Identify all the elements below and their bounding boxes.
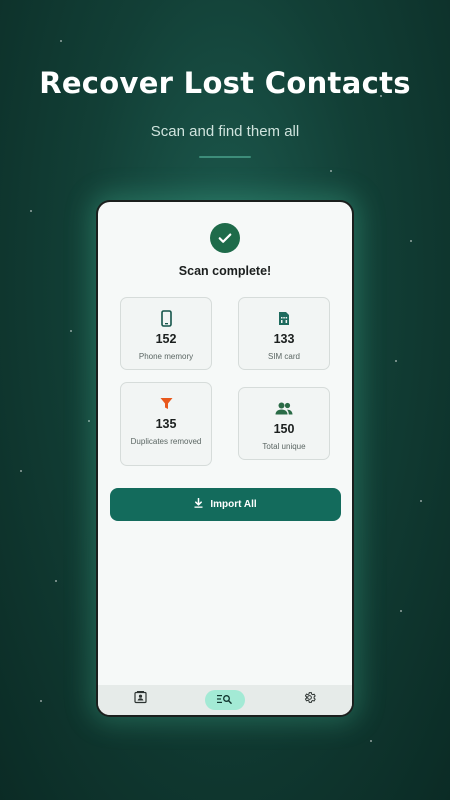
- stat-value: 150: [273, 422, 295, 436]
- stat-card-phone-memory: 152 Phone memory: [120, 297, 212, 370]
- stat-label: Phone memory: [138, 352, 194, 361]
- stat-label: SIM card: [267, 352, 300, 361]
- import-all-label: Import All: [210, 499, 257, 510]
- settings-icon: [303, 691, 316, 709]
- check-circle-icon: [210, 223, 240, 253]
- nav-contacts[interactable]: [120, 690, 160, 710]
- phone-frame: Scan complete! 152 Phone memory 133 SIM …: [96, 200, 354, 717]
- stat-value: 133: [273, 332, 295, 346]
- bottom-navigation: [98, 685, 352, 715]
- title-divider: [199, 156, 251, 158]
- import-all-button[interactable]: Import All: [110, 488, 341, 521]
- nav-settings[interactable]: [290, 690, 330, 710]
- stat-label: Total unique: [262, 442, 306, 451]
- filter-icon: [160, 394, 173, 412]
- download-icon: [194, 497, 203, 511]
- stat-label: Duplicates removed: [130, 437, 202, 446]
- scan-search-icon: [217, 691, 233, 709]
- stat-value: 152: [155, 332, 177, 346]
- contacts-icon: [134, 691, 147, 709]
- people-icon: [275, 399, 293, 417]
- nav-scan[interactable]: [204, 690, 245, 710]
- stat-card-total-unique: 150 Total unique: [238, 387, 330, 460]
- scan-status: Scan complete!: [178, 264, 272, 278]
- promo-headline: Recover Lost Contacts: [39, 66, 411, 100]
- stat-card-duplicates-removed: 135 Duplicates removed: [120, 382, 212, 466]
- app-screen: Scan complete! 152 Phone memory 133 SIM …: [98, 202, 352, 715]
- promo-subheadline: Scan and find them all: [150, 123, 300, 140]
- sim-card-icon: [278, 309, 290, 327]
- stat-card-sim-card: 133 SIM card: [238, 297, 330, 370]
- stat-value: 135: [155, 417, 177, 431]
- phone-icon: [160, 309, 172, 327]
